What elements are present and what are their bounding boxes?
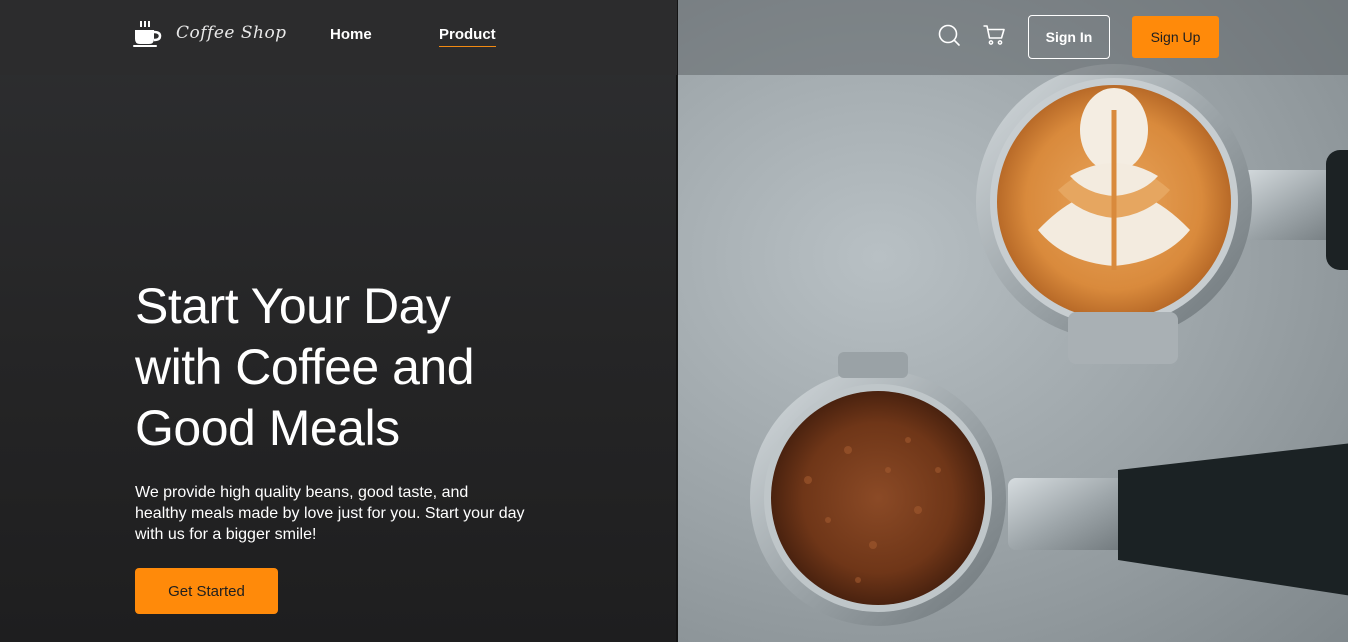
- hero-title-line: with Coffee and: [135, 339, 475, 395]
- hero-description-line: We provide high quality beans, good tast…: [135, 484, 469, 501]
- sign-in-button[interactable]: Sign In: [1028, 15, 1110, 59]
- nav-link-home[interactable]: Home: [330, 26, 372, 43]
- hero-image-coffee: [678, 0, 1348, 642]
- hero-title: Start Your Day with Coffee and Good Meal…: [135, 276, 575, 459]
- hero-description-line: with us for a bigger smile!: [135, 526, 317, 543]
- hero-title-line: Good Meals: [135, 400, 400, 456]
- top-navbar: Coffee Shop Home Product Sign In Sign Up: [0, 0, 1348, 75]
- nav-link-product[interactable]: Product: [439, 26, 496, 47]
- cart-icon[interactable]: [982, 23, 1006, 47]
- coffee-photo-illustration: [750, 64, 1348, 626]
- brand-name: Coffee Shop: [176, 23, 287, 43]
- get-started-button[interactable]: Get Started: [135, 568, 278, 614]
- brand-logo[interactable]: Coffee Shop: [132, 18, 287, 48]
- hero-description: We provide high quality beans, good tast…: [135, 482, 555, 545]
- hero-description-line: healthy meals made by love just for you.…: [135, 505, 525, 522]
- coffee-cup-icon: [132, 18, 162, 48]
- search-icon[interactable]: [937, 23, 961, 47]
- hero-title-line: Start Your Day: [135, 278, 451, 334]
- navbar-right-background: [678, 0, 1348, 75]
- sign-up-button[interactable]: Sign Up: [1132, 16, 1219, 58]
